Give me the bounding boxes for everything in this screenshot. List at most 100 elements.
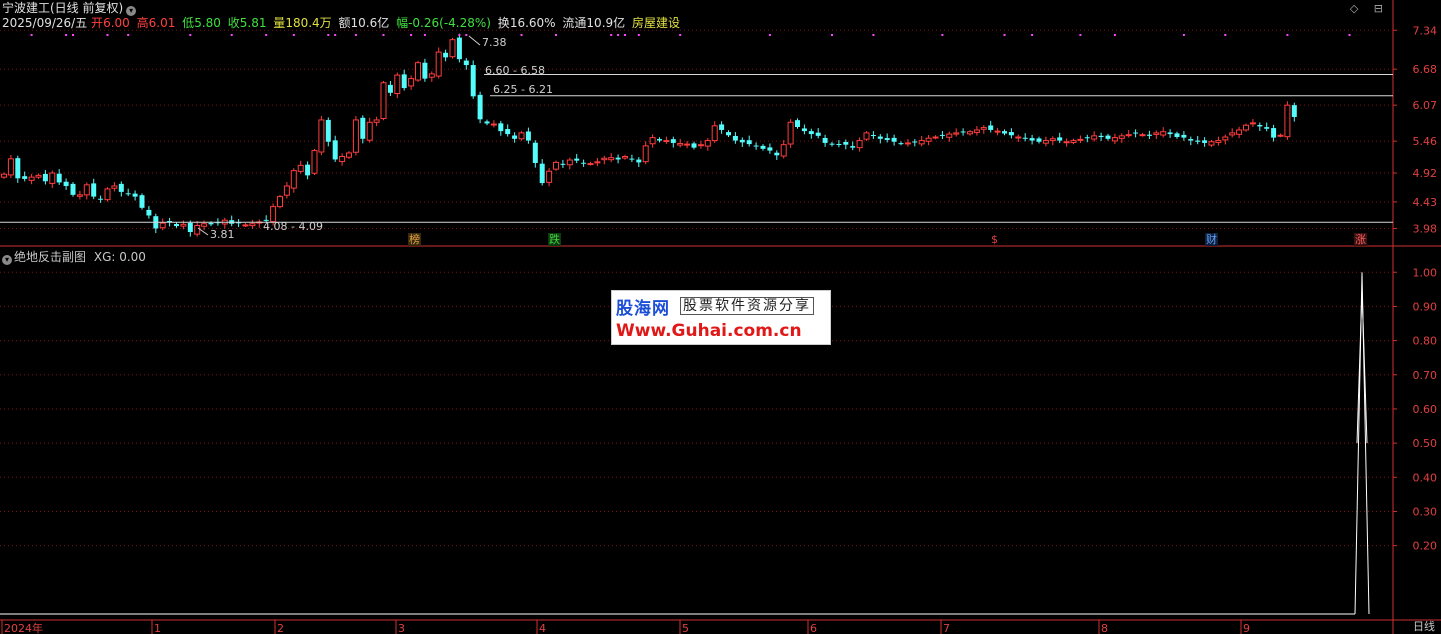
candle-body-down — [325, 119, 331, 142]
low-label: 低 — [182, 16, 195, 30]
candle-body-down — [1167, 132, 1173, 135]
open-value: 6.00 — [103, 16, 130, 30]
sector-label[interactable]: 房屋建设 — [632, 16, 680, 30]
candle-body-down — [615, 157, 621, 160]
volume-label: 量 — [273, 16, 286, 30]
turnover-value: 16.60% — [509, 16, 556, 30]
x-tick-label: 6 — [810, 622, 817, 634]
event-tag[interactable]: 财 — [1205, 233, 1218, 246]
x-tick-label: 9 — [1243, 622, 1250, 634]
candle-body-up — [973, 129, 980, 133]
stock-chart-window[interactable]: 7.34 6.68 6.07 5.46 4.92 4.43 3.98 1.00 0.90 0.80… — [0, 0, 1441, 634]
candle-body-down — [760, 145, 766, 149]
candle-body-up — [918, 140, 925, 145]
event-tag[interactable]: 涨 — [1354, 233, 1367, 246]
event-tag[interactable]: 跌 — [548, 233, 561, 246]
candle-body-down — [118, 183, 124, 192]
candle-body-up — [1215, 140, 1222, 143]
panel-control-icons[interactable]: ◇ ⊟ — [1350, 2, 1389, 15]
candle-body-down — [753, 145, 759, 147]
candle-body-down — [1105, 135, 1111, 139]
signal-dot — [327, 34, 330, 36]
candle-body-down — [477, 94, 483, 120]
candle-body-up — [428, 73, 435, 78]
candle-body-down — [505, 129, 511, 135]
candle-body-up — [863, 132, 870, 140]
candle-body-up — [553, 161, 559, 170]
signal-dot — [1348, 34, 1351, 36]
candle-body-up — [159, 222, 166, 229]
candle-body-up — [642, 145, 649, 163]
candle-body-down — [719, 124, 725, 130]
candle-body-up — [601, 157, 608, 161]
candle-body-down — [174, 223, 179, 227]
change-label: 幅 — [396, 16, 409, 30]
candle-body-down — [843, 141, 849, 145]
signal-dot — [831, 34, 833, 36]
candle-body-down — [1291, 105, 1297, 117]
annotation-range-3: 4.08 - 4.09 — [263, 220, 323, 233]
candle-body-up — [1208, 141, 1215, 146]
candle-body-down — [850, 146, 856, 148]
candle-body-down — [132, 193, 138, 197]
signal-dot — [292, 34, 295, 36]
main-y-tick-label: 4.92 — [1413, 167, 1438, 180]
candle-body-up — [1077, 138, 1084, 141]
float-label: 流通 — [562, 16, 587, 30]
candle-body-up — [449, 39, 456, 58]
signal-dots — [30, 34, 1351, 36]
volume-value: 180.4万 — [285, 16, 332, 30]
stock-title[interactable]: 宁波建工(日线 前复权) — [2, 1, 123, 15]
candle-body-down — [670, 139, 676, 143]
candle-body-down — [657, 139, 662, 141]
sub-y-tick-label: 0.70 — [1413, 369, 1438, 382]
candle-body-down — [1195, 140, 1201, 142]
signal-dot — [610, 34, 613, 36]
candle-body-up — [1049, 138, 1056, 142]
chevron-down-icon[interactable]: ▾ — [2, 255, 12, 265]
candle-body-down — [691, 143, 697, 148]
candle-body-down — [829, 143, 835, 145]
signal-dot — [410, 34, 413, 36]
candle-body-down — [1133, 132, 1139, 134]
x-tick-label: 7 — [943, 622, 950, 634]
candle-body-down — [1271, 128, 1277, 138]
candle-body-up — [608, 157, 615, 161]
candle-body-down — [884, 138, 890, 140]
annotation-range-1: 6.60 - 6.58 — [485, 64, 545, 77]
candle-body-up — [1, 173, 7, 178]
period-label[interactable]: 日线 — [1413, 618, 1435, 634]
candle-body-up — [1236, 129, 1243, 135]
signal-dot — [334, 34, 337, 36]
candle-body-up — [594, 161, 601, 164]
x-tick-label: 3 — [398, 622, 405, 634]
candle-body-down — [739, 139, 745, 143]
event-tag[interactable]: 榜 — [408, 233, 421, 246]
candle-body-up — [904, 142, 911, 145]
candle-body-up — [1139, 134, 1146, 137]
sub-panel-title[interactable]: 绝地反击副图 — [14, 250, 86, 264]
signal-dot — [382, 34, 385, 36]
main-y-tick-label: 6.07 — [1413, 99, 1438, 112]
annotation-range-2: 6.25 - 6.21 — [493, 83, 553, 96]
candle-body-down — [125, 193, 131, 195]
candle-body-up — [83, 184, 90, 196]
sub-y-tick-label: 0.90 — [1413, 300, 1438, 313]
candle-body-down — [1022, 137, 1028, 139]
candle-body-up — [622, 155, 628, 159]
candle-body-up — [518, 132, 525, 140]
main-y-tick-label: 5.46 — [1413, 135, 1438, 148]
candles-group — [1, 33, 1297, 237]
signal-dot — [1286, 34, 1289, 36]
candle-body-up — [663, 140, 670, 143]
candle-body-up — [435, 51, 442, 77]
event-tag[interactable]: $ — [990, 233, 999, 246]
candle-body-up — [318, 119, 325, 153]
sub-y-tick-label: 0.60 — [1413, 403, 1438, 416]
candle-body-up — [587, 163, 594, 166]
signal-dot — [1003, 34, 1006, 36]
candle-body-up — [684, 143, 691, 146]
candle-body-down — [42, 173, 48, 182]
candle-body-down — [139, 195, 145, 208]
signal-dot — [30, 34, 33, 36]
